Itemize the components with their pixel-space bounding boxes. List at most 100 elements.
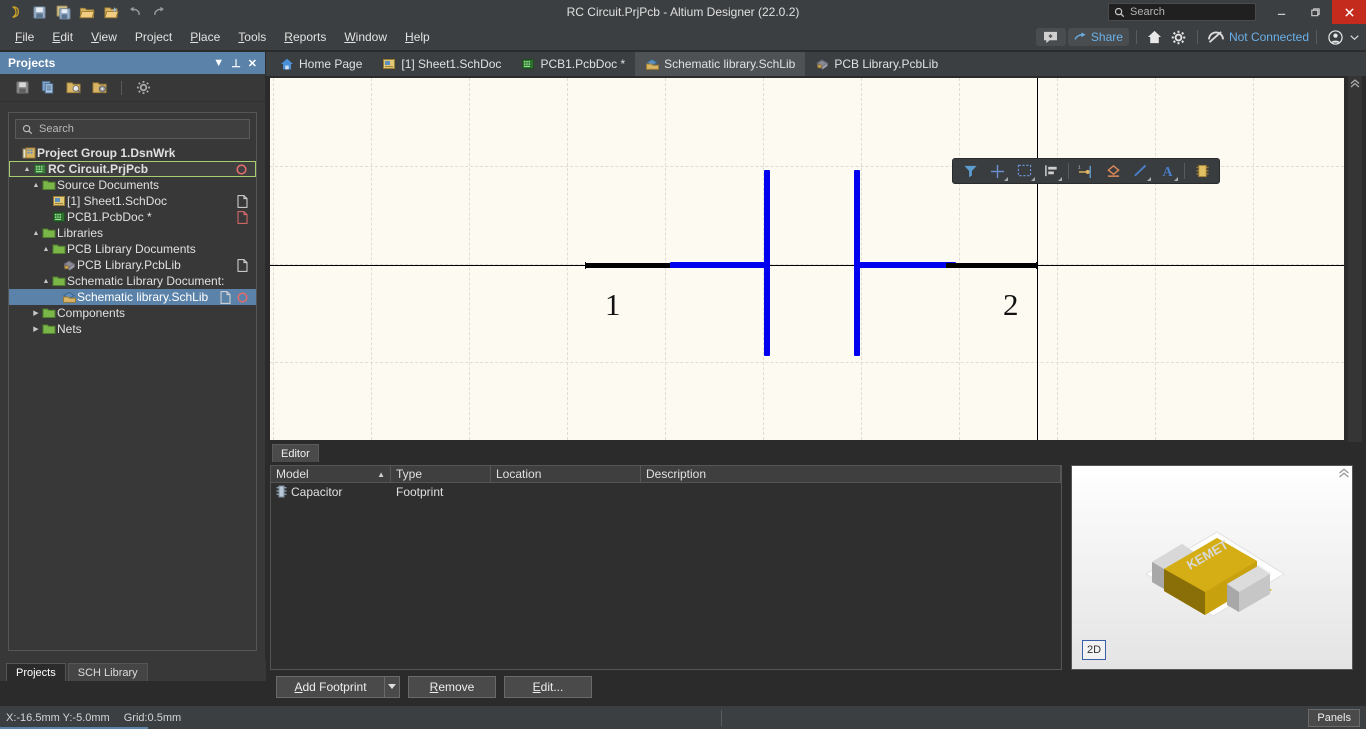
add-footprint-dropdown-arrow-icon[interactable] [384,676,400,698]
select-area-icon[interactable] [1012,160,1036,182]
settings-gear-icon[interactable] [133,78,153,98]
tree-item[interactable]: ▲Libraries [9,225,256,241]
undo-icon[interactable] [124,1,146,23]
pin-1-endpoint[interactable] [582,262,589,269]
global-search-input[interactable]: Search [1108,3,1256,21]
dropdown-caret-icon[interactable] [1004,177,1008,181]
capacitor-left-lead[interactable] [670,262,768,268]
panel-tab-sch-library[interactable]: SCH Library [68,663,148,681]
tree-collapse-arrow-icon[interactable]: ▲ [22,166,32,173]
model-table-row[interactable]: CapacitorFootprint [271,483,1061,500]
schematic-canvas[interactable]: 1 2 [270,78,1344,440]
altium-logo-icon[interactable] [4,1,26,23]
align-icon[interactable] [1039,160,1063,182]
dropdown-caret-icon[interactable] [1031,177,1035,181]
editor-tab[interactable]: Editor [272,444,319,462]
place-line-icon[interactable] [1128,160,1152,182]
tree-expand-arrow-icon[interactable]: ▶ [31,309,41,317]
place-component-icon[interactable] [1190,160,1214,182]
menu-edit[interactable]: Edit [43,27,82,47]
open-project-folder-icon[interactable] [64,78,84,98]
document-tab[interactable]: Home Page [270,52,372,76]
menu-project[interactable]: Project [126,27,181,47]
tree-collapse-arrow-icon[interactable]: ▲ [31,230,41,237]
panel-menu-icon[interactable]: ▼ [213,57,224,70]
tree-item[interactable]: ▲Source Documents [9,177,256,193]
document-tab[interactable]: PCB1.PcbDoc * [511,52,635,76]
capacitor-plate-left[interactable] [764,170,770,356]
project-search-input[interactable]: Search [15,119,250,139]
scroll-up-arrow-icon[interactable] [1348,76,1362,90]
dropdown-caret-icon[interactable] [1174,177,1178,181]
menu-file[interactable]: File [6,27,43,47]
menu-help[interactable]: Help [396,27,439,47]
document-tab[interactable]: Schematic library.SchLib [635,52,805,76]
close-button[interactable] [1332,0,1366,24]
menu-reports[interactable]: Reports [275,27,335,47]
model-table-column-header[interactable]: Model▲ [271,466,391,482]
tree-expand-arrow-icon[interactable]: ▶ [31,325,41,333]
notifications-button[interactable] [1036,28,1066,46]
filter-icon[interactable] [958,160,982,182]
save-icon[interactable] [28,1,50,23]
compile-icon[interactable] [38,78,58,98]
minimize-button[interactable] [1264,0,1298,24]
not-connected-icon[interactable] [1205,27,1227,47]
tree-collapse-arrow-icon[interactable]: ▲ [31,182,41,189]
chevron-up-icon[interactable] [1338,468,1350,482]
tree-item[interactable]: ▲RC Circuit.PrjPcb [9,161,256,177]
panel-pin-icon[interactable]: ⊥ [231,57,241,70]
save-all-icon[interactable] [52,1,74,23]
chevron-down-icon[interactable] [1348,27,1360,47]
tree-collapse-arrow-icon[interactable]: ▲ [41,278,51,285]
remove-button[interactable]: Remove [408,676,496,698]
place-polygon-icon[interactable] [1101,160,1125,182]
menu-tools[interactable]: Tools [229,27,275,47]
edit-button[interactable]: Edit... [504,676,592,698]
pin-2-endpoint[interactable] [1033,262,1040,269]
tree-item[interactable]: Schematic library.SchLib [9,289,256,305]
pin-2-line[interactable] [946,263,1036,268]
model-table-column-header[interactable]: Location [491,466,641,482]
model-table-column-header[interactable]: Type [391,466,491,482]
tree-item[interactable]: ▲Schematic Library Document: [9,273,256,289]
sort-ascending-icon[interactable]: ▲ [377,470,385,479]
document-tab[interactable]: PCB Library.PcbLib [805,52,948,76]
tree-item[interactable]: Project Group 1.DsnWrk [9,145,256,161]
tree-collapse-arrow-icon[interactable]: ▲ [41,246,51,253]
tree-item[interactable]: ▶Nets [9,321,256,337]
model-table-column-header[interactable]: Description [641,466,1061,482]
project-options-icon[interactable] [90,78,110,98]
tree-item[interactable]: ▲PCB Library Documents [9,241,256,257]
open-project-icon[interactable] [100,1,122,23]
footprint-3d-preview[interactable]: KEMET 2D [1071,465,1353,670]
share-button[interactable]: Share [1068,28,1129,46]
tree-item[interactable]: [1] Sheet1.SchDoc [9,193,256,209]
view-mode-2d-button[interactable]: 2D [1082,640,1106,660]
document-tab[interactable]: [1] Sheet1.SchDoc [372,52,511,76]
add-footprint-button[interactable]: Add Footprint [276,676,384,698]
restore-button[interactable] [1298,0,1332,24]
tree-item[interactable]: PCB Library.PcbLib [9,257,256,273]
panel-close-icon[interactable]: ✕ [248,57,257,70]
open-icon[interactable] [76,1,98,23]
crosshair-icon[interactable] [985,160,1009,182]
dropdown-caret-icon[interactable] [1058,177,1062,181]
canvas-vertical-scrollbar[interactable] [1348,76,1362,442]
capacitor-right-lead[interactable] [858,262,956,268]
preview-viewport[interactable]: KEMET 2D [1072,466,1352,669]
panel-tab-projects[interactable]: Projects [6,663,66,681]
menu-view[interactable]: View [82,27,126,47]
redo-icon[interactable] [148,1,170,23]
gear-icon[interactable] [1168,27,1190,47]
save-icon[interactable] [12,78,32,98]
dropdown-caret-icon[interactable] [1147,177,1151,181]
tree-item[interactable]: PCB1.PcbDoc * [9,209,256,225]
place-text-icon[interactable]: A [1155,160,1179,182]
pin-1-line[interactable] [586,263,676,268]
home-icon[interactable] [1144,27,1166,47]
tree-item[interactable]: ▶Components [9,305,256,321]
user-account-icon[interactable] [1324,27,1346,47]
place-pin-icon[interactable]: 1 [1074,160,1098,182]
menu-place[interactable]: Place [181,27,229,47]
